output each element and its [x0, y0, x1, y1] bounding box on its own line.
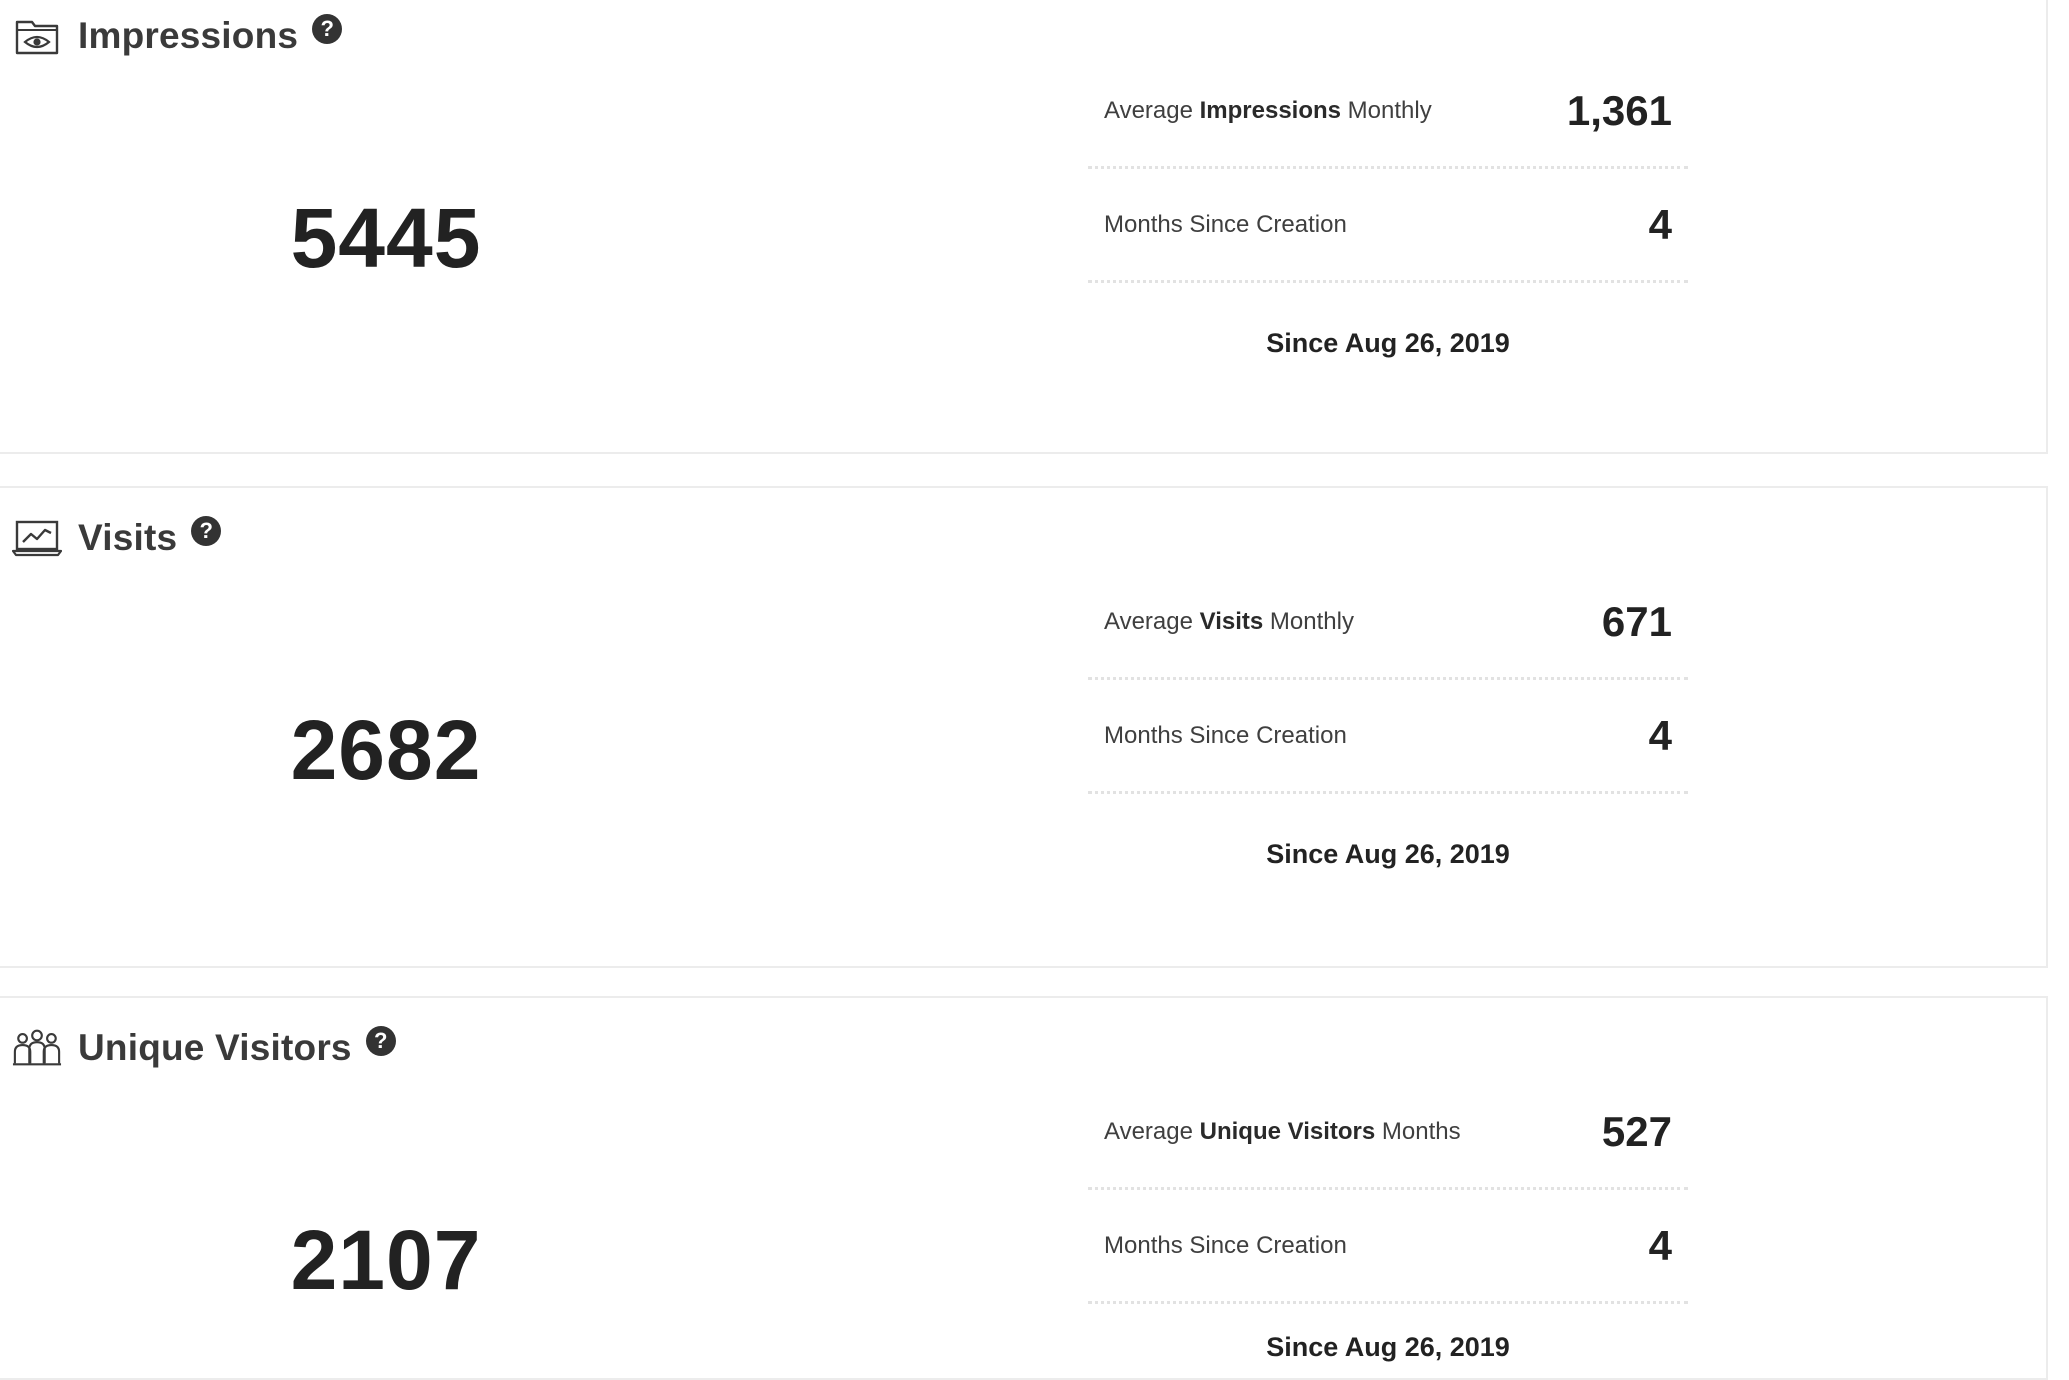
months-since-creation-row: Months Since Creation 4: [1088, 1190, 1688, 1304]
impressions-card: Impressions ? 5445 Average Impressions M…: [0, 0, 2048, 454]
stats-panel: Average Unique Visitors Months 527 Month…: [1088, 1076, 1688, 1378]
average-monthly-row: Average Impressions Monthly 1,361: [1088, 55, 1688, 169]
average-monthly-label: Average Impressions Monthly: [1104, 96, 1432, 124]
visits-card: Visits ? 2682 Average Visits Monthly 671…: [0, 486, 2048, 968]
average-monthly-label: Average Unique Visitors Months: [1104, 1117, 1461, 1145]
months-since-creation-label: Months Since Creation: [1104, 210, 1347, 238]
help-icon[interactable]: ?: [365, 1026, 396, 1056]
line-chart-icon: [12, 516, 62, 560]
months-since-creation-value: 4: [1648, 200, 1672, 248]
total-visits: 2682: [290, 703, 482, 797]
card-title: Unique Visitors: [78, 1027, 352, 1068]
card-title: Impressions: [78, 15, 299, 56]
average-monthly-label: Average Visits Monthly: [1104, 607, 1354, 635]
card-header: Visits ?: [12, 514, 222, 562]
card-title: Visits: [78, 517, 178, 558]
months-since-creation-label: Months Since Creation: [1104, 721, 1347, 749]
total-impressions: 5445: [290, 191, 482, 285]
card-header: Unique Visitors ?: [12, 1024, 396, 1072]
card-header: Impressions ?: [12, 12, 343, 60]
average-monthly-row: Average Visits Monthly 671: [1088, 566, 1688, 680]
months-since-creation-label: Months Since Creation: [1104, 1231, 1347, 1259]
since-date: Since Aug 26, 2019: [1266, 838, 1510, 869]
months-since-creation-value: 4: [1648, 1221, 1672, 1269]
people-icon: [12, 1026, 62, 1070]
average-monthly-value: 671: [1601, 597, 1672, 645]
stats-panel: Average Impressions Monthly 1,361 Months…: [1088, 55, 1688, 403]
since-date: Since Aug 26, 2019: [1266, 1332, 1510, 1362]
total-unique-visitors: 2107: [290, 1213, 482, 1307]
months-since-creation-row: Months Since Creation 4: [1088, 169, 1688, 283]
stats-panel: Average Visits Monthly 671 Months Since …: [1088, 566, 1688, 914]
average-monthly-value: 527: [1601, 1107, 1672, 1155]
months-since-creation-value: 4: [1648, 711, 1672, 759]
help-icon[interactable]: ?: [191, 516, 222, 546]
average-monthly-value: 1,361: [1566, 86, 1672, 134]
since-date: Since Aug 26, 2019: [1266, 327, 1510, 358]
unique-visitors-card: Unique Visitors ? 2107 Average Unique Vi…: [0, 996, 2048, 1380]
eye-icon: [12, 14, 62, 58]
average-monthly-row: Average Unique Visitors Months 527: [1088, 1076, 1688, 1190]
months-since-creation-row: Months Since Creation 4: [1088, 680, 1688, 794]
help-icon[interactable]: ?: [312, 14, 343, 44]
